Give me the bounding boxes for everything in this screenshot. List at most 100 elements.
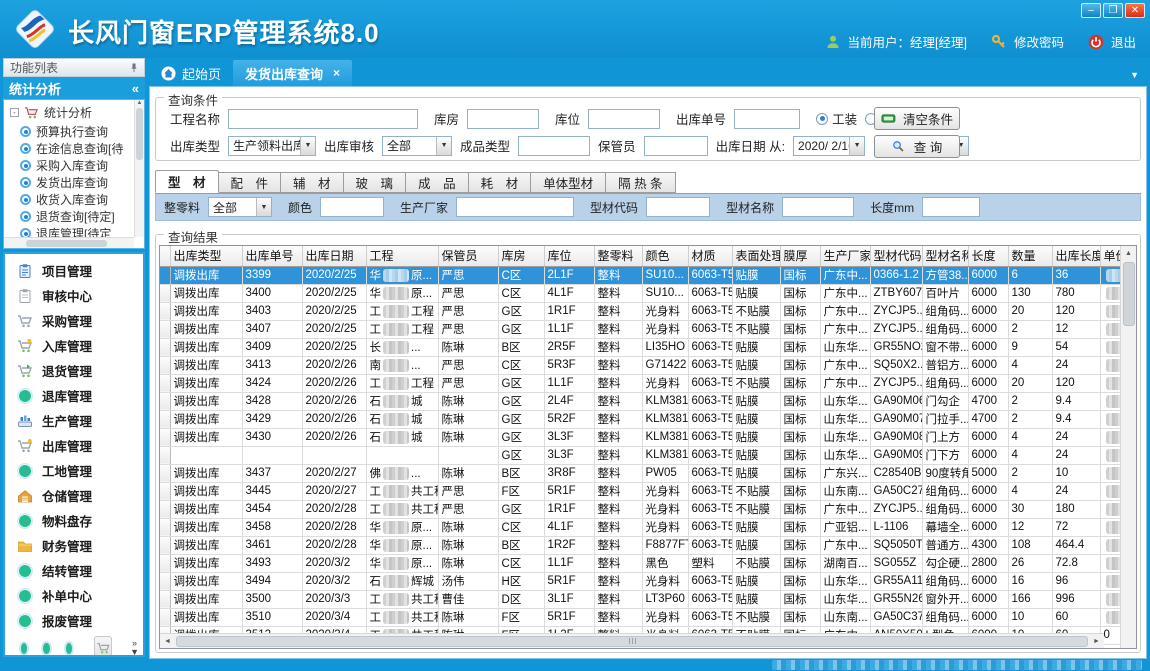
sidebar-module-仓储管理[interactable]: 仓储管理 (5, 483, 143, 508)
search-button[interactable]: 查 询 (874, 135, 960, 158)
tab-home[interactable]: 起始页 (149, 60, 233, 86)
material-tab-2[interactable]: 配 件 (219, 172, 282, 193)
tree-vertical-scrollbar[interactable]: ▲ (134, 100, 144, 237)
table-row[interactable]: 调拨出库34132020/2/26南...严思C区5R3F整料G71422606… (160, 356, 1120, 374)
table-row[interactable]: G区3L3F整料KLM38176063-T5贴膜国标山东华...GA90M09.… (160, 446, 1120, 464)
table-row[interactable]: 调拨出库34612020/2/28华原...陈琳B区1R2F整料F8877FT6… (160, 536, 1120, 554)
length-input[interactable] (922, 197, 980, 217)
tree-item-收货入库查询[interactable]: 收货入库查询 (4, 191, 144, 208)
column-header-材质[interactable]: 材质 (688, 246, 732, 266)
location-input[interactable] (588, 109, 660, 129)
column-header-库位[interactable]: 库位 (544, 246, 594, 266)
close-button[interactable]: ✕ (1125, 3, 1145, 18)
tree-item-发货出库查询[interactable]: 发货出库查询 (4, 174, 144, 191)
maximize-button[interactable]: ❐ (1103, 3, 1123, 18)
table-row[interactable]: 调拨出库34292020/2/26石城陈琳G区5R2F整料KLM38176063… (160, 410, 1120, 428)
table-row[interactable]: 调拨出库34452020/2/27工共工程严思F区5R1F整料光身料6063-T… (160, 482, 1120, 500)
column-header-出库长度[interactable]: 出库长度 (1052, 246, 1100, 266)
product-type-input[interactable] (518, 136, 590, 156)
tree-item-采购入库查询[interactable]: 采购入库查询 (4, 157, 144, 174)
tab-overflow-icon[interactable]: ▼ (1130, 70, 1139, 80)
chevron-down-icon[interactable]: ▼ (300, 137, 315, 155)
sidebar-module-生产管理[interactable]: 生产管理 (5, 408, 143, 433)
outbound-audit-select[interactable]: 全部 ▼ (382, 136, 452, 156)
column-header-型材代码[interactable]: 型材代码 (870, 246, 922, 266)
sidebar-module-补单中心[interactable]: 补单中心 (5, 583, 143, 608)
table-row[interactable]: 调拨出库33992020/2/25华原...严思C区2L1F整料SU10...6… (160, 266, 1120, 284)
table-row[interactable]: 调拨出库34282020/2/26石城陈琳G区2L4F整料KLM38176063… (160, 392, 1120, 410)
material-tab-3[interactable]: 辅 材 (281, 172, 344, 193)
tab-shipping-outbound-query[interactable]: 发货出库查询 × (233, 60, 352, 86)
tree-horizontal-scrollbar[interactable] (4, 237, 134, 248)
sidebar-module-项目管理[interactable]: 项目管理 (5, 258, 143, 283)
column-header-颜色[interactable]: 颜色 (642, 246, 688, 266)
scroll-left-icon[interactable]: ◄ (160, 638, 175, 645)
tree-item-预算执行查询[interactable]: 预算执行查询 (4, 123, 144, 140)
whole-piece-select[interactable]: 全部 ▼ (208, 197, 272, 217)
grid-horizontal-scrollbar[interactable]: ◄ ► (160, 633, 1104, 648)
material-tab-5[interactable]: 成 品 (406, 172, 469, 193)
sidebar-module-出库管理[interactable]: 出库管理 (5, 433, 143, 458)
grid-vertical-scrollbar[interactable]: ▲ (1120, 246, 1136, 648)
table-row[interactable]: 调拨出库34372020/2/27佛...陈琳B区3R8F整料PW056063-… (160, 464, 1120, 482)
table-row[interactable]: 调拨出库34002020/2/25华原...严思C区4L1F整料SU10...6… (160, 284, 1120, 302)
column-header-出库单号[interactable]: 出库单号 (242, 246, 302, 266)
statistics-section-header[interactable]: 统计分析 « (3, 77, 145, 99)
change-password-link[interactable]: 修改密码 (1014, 32, 1064, 51)
profile-name-input[interactable] (782, 197, 854, 217)
outbound-no-input[interactable] (734, 109, 800, 129)
material-tab-1[interactable]: 型 材 (155, 170, 219, 193)
column-header-库房[interactable]: 库房 (498, 246, 544, 266)
project-name-input[interactable] (228, 109, 418, 129)
tree-root[interactable]: - 统计分析 (4, 100, 144, 123)
profile-code-input[interactable] (646, 197, 710, 217)
footer-cart-button[interactable] (94, 636, 112, 657)
material-tab-6[interactable]: 耗 材 (469, 172, 532, 193)
column-header-型材名称[interactable]: 型材名称 (922, 246, 968, 266)
column-header-整零料[interactable]: 整零料 (594, 246, 642, 266)
sidebar-module-工地管理[interactable]: 工地管理 (5, 458, 143, 483)
sidebar-module-物料盘存[interactable]: 物料盘存 (5, 508, 143, 533)
keeper-input[interactable] (644, 136, 708, 156)
sidebar-module-审核中心[interactable]: 审核中心 (5, 283, 143, 308)
collapse-icon[interactable]: « (132, 81, 139, 96)
scroll-up-icon[interactable]: ▲ (1125, 246, 1132, 261)
table-row[interactable]: 调拨出库34542020/2/28工共工程严思G区1R1F整料光身料6063-T… (160, 500, 1120, 518)
table-row[interactable]: 调拨出库34942020/3/2石辉城汤伟H区5R1F整料光身料6063-T5贴… (160, 572, 1120, 590)
sidebar-module-入库管理[interactable]: 入库管理 (5, 333, 143, 358)
table-row[interactable]: 调拨出库34582020/2/28华原...陈琳C区4L1F整料光身料6063-… (160, 518, 1120, 536)
logout-button[interactable]: 退出 (1111, 32, 1136, 51)
minimize-button[interactable]: – (1081, 3, 1101, 18)
footer-more-button[interactable]: »▼ (130, 639, 139, 657)
color-input[interactable] (320, 197, 384, 217)
column-header-生产厂家[interactable]: 生产厂家 (820, 246, 870, 266)
table-row[interactable]: 调拨出库34072020/2/25工工程严思G区1L1F整料光身料6063-T5… (160, 320, 1120, 338)
chevron-down-icon[interactable]: ▼ (256, 198, 271, 216)
date-from-select[interactable]: 2020/ 2/16 ▼ (793, 136, 865, 156)
clear-conditions-button[interactable]: 清空条件 (874, 107, 960, 130)
sidebar-module-采购管理[interactable]: 采购管理 (5, 308, 143, 333)
column-header-数量[interactable]: 数量 (1008, 246, 1052, 266)
column-header-长度[interactable]: 长度 (968, 246, 1008, 266)
module-dot-icon[interactable] (43, 643, 49, 654)
scroll-right-icon[interactable]: ► (1089, 638, 1104, 645)
module-dot-icon[interactable] (66, 643, 72, 654)
sidebar-module-报废管理[interactable]: 报废管理 (5, 608, 143, 633)
tab-close-icon[interactable]: × (333, 66, 340, 80)
tree-item-退货查询[待定][interactable]: 退货查询[待定] (4, 208, 144, 225)
table-row[interactable]: 调拨出库34092020/2/25长...陈琳B区2R5F整料LI35HO606… (160, 338, 1120, 356)
column-header-出库类型[interactable]: 出库类型 (170, 246, 242, 266)
outbound-type-select[interactable]: 生产领料出库 ▼ (228, 136, 316, 156)
column-header-出库日期[interactable]: 出库日期 (302, 246, 366, 266)
sidebar-module-结转管理[interactable]: 结转管理 (5, 558, 143, 583)
table-row[interactable]: 调拨出库34032020/2/25工工程严思G区1R1F整料光身料6063-T5… (160, 302, 1120, 320)
table-row[interactable]: 调拨出库35002020/3/3工共工程曹佳D区3L1F整料LT3P606063… (160, 590, 1120, 608)
warehouse-input[interactable] (467, 109, 539, 129)
table-row[interactable]: 调拨出库34932020/3/2华原...陈琳C区1L1F整料黑色塑料不贴膜国标… (160, 554, 1120, 572)
module-dot-icon[interactable] (21, 643, 27, 654)
sidebar-module-财务管理[interactable]: 财务管理 (5, 533, 143, 558)
column-header-膜厚[interactable]: 膜厚 (780, 246, 820, 266)
pin-icon[interactable] (128, 62, 140, 74)
tree-item-在途信息查询[待[interactable]: 在途信息查询[待 (4, 140, 144, 157)
sidebar-module-退货管理[interactable]: 退货管理 (5, 358, 143, 383)
